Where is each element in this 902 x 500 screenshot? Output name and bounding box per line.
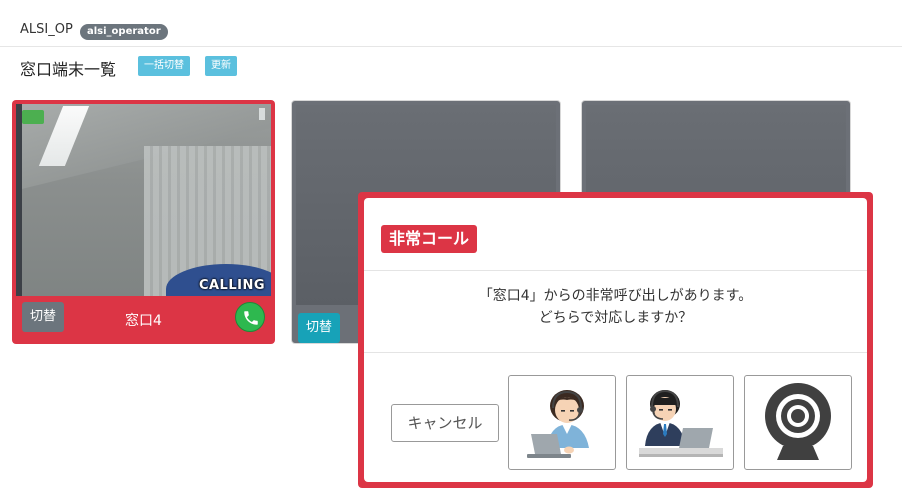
page-title: 窓口端末一覧 — [20, 60, 117, 79]
respond-operator-male-button[interactable] — [626, 375, 734, 470]
respond-camera-button[interactable] — [744, 375, 852, 470]
refresh-button[interactable]: 更新 — [205, 56, 237, 76]
camera-status-indicator — [22, 110, 44, 124]
app-name: ALSI_OP — [20, 22, 73, 37]
modal-header: 非常コール — [364, 198, 867, 271]
modal-question: どちらで対応しますか？ — [538, 310, 693, 326]
header: ALSI_OP alsi_operator — [0, 0, 902, 47]
webcam-icon — [765, 383, 831, 460]
operator-female-icon — [527, 390, 589, 458]
operator-male-icon — [639, 389, 723, 457]
calling-status: CALLING — [198, 278, 265, 293]
user-badge: alsi_operator — [80, 24, 168, 40]
emergency-call-modal: 非常コール 「窓口4」からの非常呼び出しがあります。 どちらで対応しますか？ キ… — [358, 192, 873, 488]
video-feed: CALLING — [16, 104, 271, 296]
switch-all-button[interactable]: 一括切替 — [138, 56, 190, 76]
page: ALSI_OP alsi_operator 窓口端末一覧 一括切替 更新 CAL… — [0, 0, 902, 500]
phone-icon[interactable] — [235, 302, 265, 332]
modal-actions: キャンセル — [364, 353, 867, 482]
terminal-name: 窓口4 — [125, 313, 162, 329]
modal-title: 非常コール — [381, 225, 478, 253]
switch-button[interactable]: 切替 — [298, 313, 341, 343]
terminal-footer: 切替 窓口4 — [16, 296, 271, 340]
modal-body: 「窓口4」からの非常呼び出しがあります。 どちらで対応しますか？ — [364, 271, 867, 353]
cancel-button[interactable]: キャンセル — [391, 404, 499, 442]
respond-operator-female-button[interactable] — [508, 375, 616, 470]
terminal-card: CALLING 切替 窓口4 — [12, 100, 275, 344]
modal-content: 非常コール 「窓口4」からの非常呼び出しがあります。 どちらで対応しますか？ キ… — [364, 198, 867, 482]
modal-message: 「窓口4」からの非常呼び出しがあります。 — [478, 288, 753, 304]
